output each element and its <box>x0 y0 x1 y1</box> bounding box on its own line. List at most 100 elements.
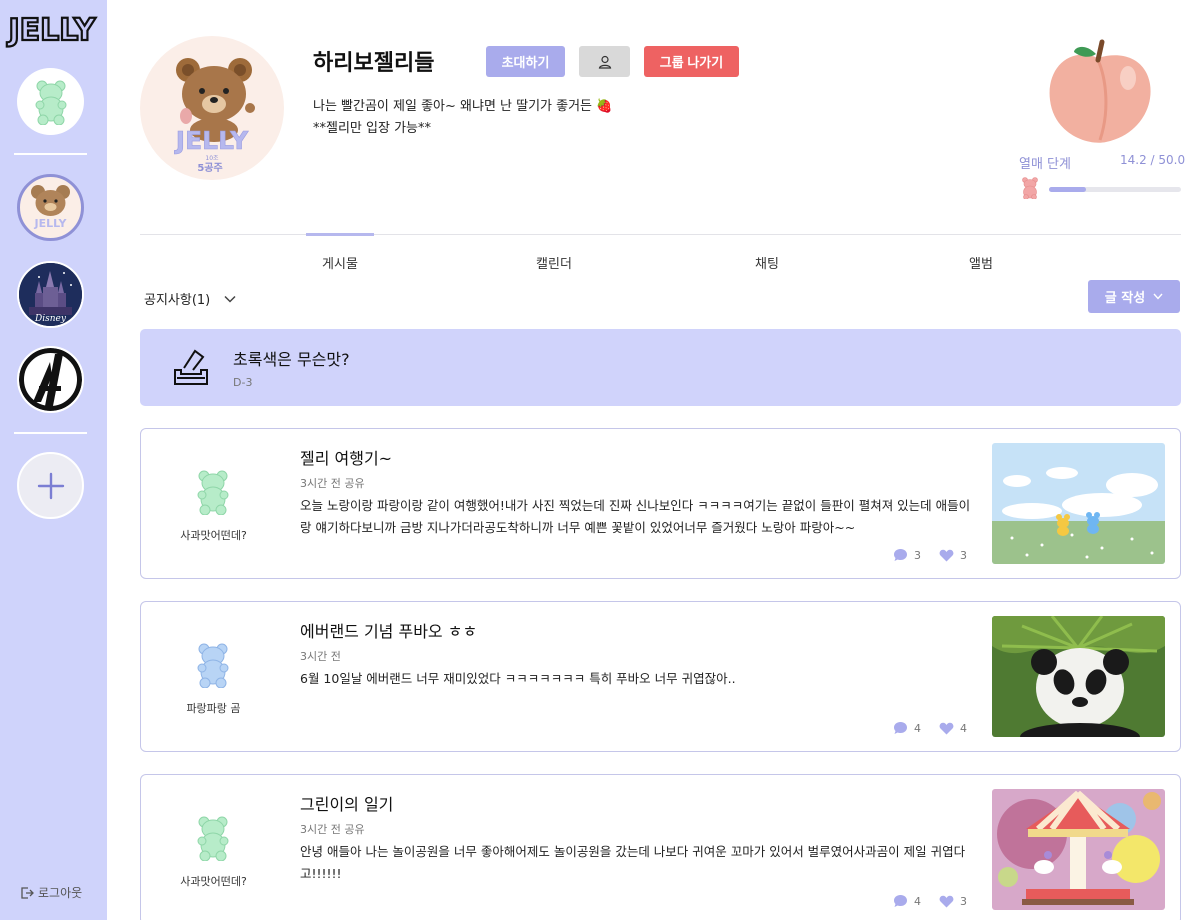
post-stats: 3 3 <box>893 548 967 562</box>
heart-icon <box>939 722 954 734</box>
person-icon <box>598 55 611 69</box>
bear-avatar-icon: JELLY <box>31 185 70 230</box>
group-avengers-button[interactable] <box>17 346 84 413</box>
leave-group-button[interactable]: 그룹 나가기 <box>644 46 739 77</box>
post-stats: 4 3 <box>893 894 967 908</box>
avengers-icon <box>19 348 82 411</box>
chevron-down-icon <box>224 295 236 303</box>
tabs-divider <box>140 234 1181 235</box>
post-author: 파랑파랑 곰 <box>186 702 241 715</box>
tab-chat[interactable]: 채팅 <box>722 253 812 272</box>
comment-count[interactable]: 4 <box>893 721 921 735</box>
svg-text:JELLY: JELLY <box>174 126 249 155</box>
vote-box-icon <box>174 349 208 385</box>
like-count-value: 3 <box>960 894 967 908</box>
post-meta: 3시간 전 <box>300 650 341 663</box>
chevron-down-icon <box>1153 293 1163 300</box>
post-thumbnail[interactable] <box>992 616 1165 737</box>
carousel-image <box>992 789 1165 910</box>
active-tab-indicator <box>306 233 374 236</box>
notice-dday: D-3 <box>233 376 253 389</box>
svg-text:JELLY: JELLY <box>34 217 68 230</box>
gummy-bear-icon <box>1022 177 1038 199</box>
group-jelly-button[interactable]: JELLY <box>17 174 84 241</box>
panda-image <box>992 616 1165 737</box>
description-line: 나는 빨간곰이 제일 좋아~ 왜냐면 난 딸기가 좋거든 🍓 <box>313 99 613 114</box>
like-count-value: 4 <box>960 721 967 735</box>
group-description: 나는 빨간곰이 제일 좋아~ 왜냐면 난 딸기가 좋거든 🍓 **젤리만 입장 … <box>313 96 612 140</box>
member-button[interactable] <box>579 46 630 77</box>
comment-icon <box>894 895 907 907</box>
notice-toggle[interactable]: 공지사항(1) <box>144 289 236 308</box>
write-post-button[interactable]: 글 작성 <box>1088 280 1180 313</box>
post-meta: 3시간 전 공유 <box>300 823 365 836</box>
svg-text:Disney: Disney <box>34 314 67 324</box>
description-line: **젤리만 입장 가능** <box>313 121 431 136</box>
tab-album[interactable]: 앨범 <box>936 253 1026 272</box>
group-name: 하리보젤리들 <box>313 51 435 76</box>
post-title: 젤리 여행기~ <box>300 449 393 468</box>
comment-count-value: 4 <box>914 894 921 908</box>
gummy-bear-icon <box>197 816 229 861</box>
bear-logo-icon: JELLY 10조 5공주 <box>173 58 255 174</box>
comment-count-value: 3 <box>914 548 921 562</box>
plus-icon <box>37 472 64 499</box>
logout-icon <box>21 886 34 899</box>
sidebar: JELLY JELLY Disney 로그아웃 <box>0 0 107 920</box>
post-body: 6월 10일날 에버랜드 너무 재미있었다 ㅋㅋㅋㅋㅋㅋㅋ 특히 푸바오 너무 … <box>300 671 736 686</box>
add-group-button[interactable] <box>17 452 84 519</box>
write-post-label: 글 작성 <box>1104 291 1146 306</box>
sidebar-divider <box>14 432 87 434</box>
like-count[interactable]: 4 <box>939 722 967 735</box>
logout-label: 로그아웃 <box>38 886 83 900</box>
notice-banner[interactable]: 초록색은 무슨맛? D-3 <box>140 329 1181 406</box>
logout-button[interactable]: 로그아웃 <box>20 884 82 901</box>
like-count[interactable]: 3 <box>939 895 967 908</box>
level-label: 열매 단계 <box>1019 157 1071 172</box>
svg-text:10조: 10조 <box>205 155 219 162</box>
like-count[interactable]: 3 <box>939 549 967 562</box>
notice-title: 초록색은 무슨맛? <box>233 350 350 369</box>
gummy-bear-icon <box>35 80 66 125</box>
comment-icon <box>894 722 907 734</box>
tab-calendar[interactable]: 캘린더 <box>509 253 599 272</box>
comment-count[interactable]: 3 <box>893 548 921 562</box>
home-button[interactable] <box>17 68 84 135</box>
comment-count-value: 4 <box>914 721 921 735</box>
post-body: 오늘 노랑이랑 파랑이랑 같이 여행했어!내가 사진 찍었는데 진짜 신나보인다… <box>300 498 971 535</box>
post-body: 안녕 애들아 나는 놀이공원을 너무 좋아해어제도 놀이공원을 갔는데 나보다 … <box>300 844 966 881</box>
svg-text:JELLY: JELLY <box>7 13 97 48</box>
post-title: 에버랜드 기념 푸바오 ㅎㅎ <box>300 622 478 641</box>
post-thumbnail[interactable] <box>992 443 1165 564</box>
invite-button[interactable]: 초대하기 <box>486 46 565 77</box>
comment-count[interactable]: 4 <box>893 894 921 908</box>
jelly-logo[interactable]: JELLY <box>2 8 102 48</box>
meadow-image <box>992 443 1165 564</box>
heart-icon <box>939 549 954 561</box>
post-card[interactable]: 파랑파랑 곰 에버랜드 기념 푸바오 ㅎㅎ 3시간 전 6월 10일날 에버랜드… <box>140 601 1181 752</box>
post-card[interactable]: 사과맛어떤데? 그린이의 일기 3시간 전 공유 안녕 애들아 나는 놀이공원을… <box>140 774 1181 920</box>
group-avatar: JELLY 10조 5공주 <box>140 36 284 180</box>
post-card[interactable]: 사과맛어떤데? 젤리 여행기~ 3시간 전 공유 오늘 노랑이랑 파랑이랑 같이… <box>140 428 1181 579</box>
gummy-bear-icon <box>197 643 229 688</box>
post-stats: 4 4 <box>893 721 967 735</box>
castle-icon: Disney <box>19 263 82 326</box>
like-count-value: 3 <box>960 548 967 562</box>
post-author: 사과맛어떤데? <box>180 875 247 888</box>
level-progress-fill <box>1049 187 1087 192</box>
post-thumbnail[interactable] <box>992 789 1165 910</box>
post-title: 그린이의 일기 <box>300 795 394 814</box>
svg-text:5공주: 5공주 <box>197 162 222 174</box>
tab-posts[interactable]: 게시물 <box>295 253 385 272</box>
level-progress-bar <box>1049 187 1181 192</box>
post-author: 사과맛어떤데? <box>180 529 247 542</box>
notice-toggle-label: 공지사항(1) <box>144 293 211 308</box>
comment-icon <box>894 549 907 561</box>
sidebar-divider <box>14 153 87 155</box>
gummy-bear-icon <box>197 470 229 515</box>
heart-icon <box>939 895 954 907</box>
peach-icon <box>1049 39 1151 143</box>
level-value: 14.2 / 50.0 <box>1120 153 1186 167</box>
post-meta: 3시간 전 공유 <box>300 477 365 490</box>
group-disney-button[interactable]: Disney <box>17 261 84 328</box>
